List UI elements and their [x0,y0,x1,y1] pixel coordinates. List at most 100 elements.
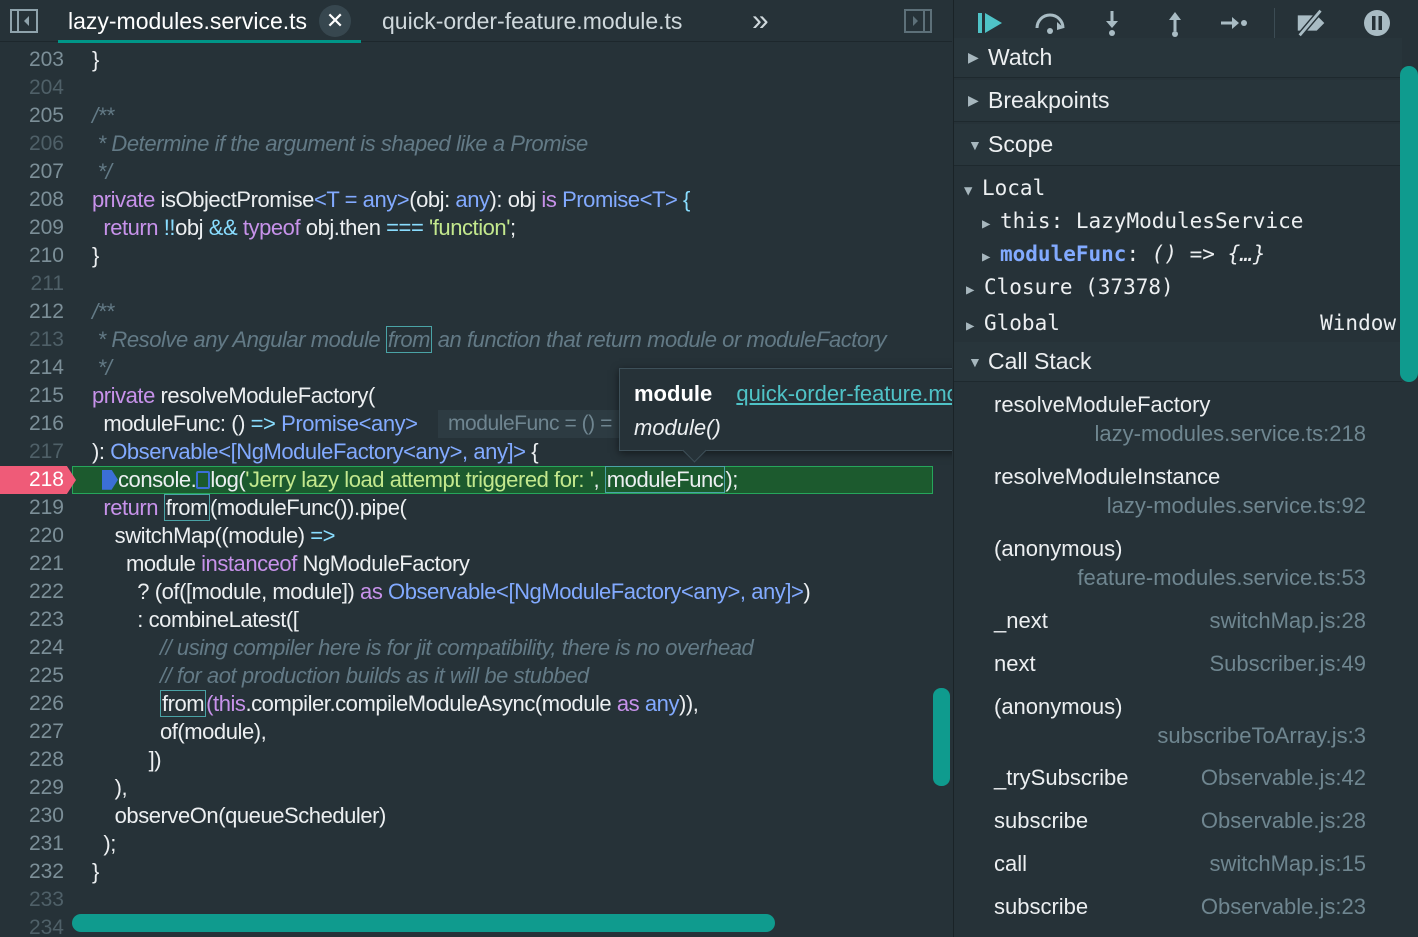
code-text[interactable]: */ [92,354,112,382]
line-number[interactable]: 226 [0,690,64,718]
line-number[interactable]: 210 [0,242,64,270]
line-number[interactable]: 204 [0,74,64,102]
line-number[interactable]: 220 [0,522,64,550]
line-number[interactable]: 223 [0,606,64,634]
line-number[interactable]: 221 [0,550,64,578]
step-into-icon[interactable] [1094,6,1130,40]
code-text[interactable]: ); [92,830,116,858]
code-text[interactable]: console. log('Jerry lazy load attempt tri… [102,466,738,494]
code-text[interactable]: } [92,46,99,74]
line-number[interactable]: 208 [0,186,64,214]
scope-global[interactable]: ▶ Global Window [954,307,1402,339]
call-frame[interactable]: call switchMap.js:15 [994,851,1366,881]
tab-quick-order-feature-module[interactable]: quick-order-feature.module.ts [372,0,692,42]
line-number[interactable]: 211 [0,270,64,298]
deactivate-breakpoints-icon[interactable] [1294,6,1330,40]
code-text[interactable]: moduleFunc: () => Promise<any> [92,410,418,438]
line-number[interactable]: 214 [0,354,64,382]
line-number[interactable]: 225 [0,662,64,690]
line-number[interactable]: 207 [0,158,64,186]
code-text[interactable]: } [92,858,99,886]
code-token: NgModuleFactory [302,551,470,576]
inline-breakpoint-icon[interactable] [196,470,211,489]
code-text[interactable]: : combineLatest([ [92,606,299,634]
call-stack-section-header[interactable]: ▼ Call Stack [954,342,1402,382]
watch-section-header[interactable]: ▶ Watch [954,38,1402,78]
line-number[interactable]: 222 [0,578,64,606]
tab-lazy-modules-service[interactable]: lazy-modules.service.ts ✕ [58,0,362,43]
code-text[interactable]: * Determine if the argument is shaped li… [92,130,589,158]
code-text[interactable]: /** [92,102,114,130]
call-frame[interactable]: _next switchMap.js:28 [994,608,1366,638]
code-text[interactable]: return !!obj && typeof obj.then === 'fun… [92,214,516,242]
code-text[interactable]: switchMap((module) => [92,522,336,550]
code-text[interactable]: of(module), [92,718,267,746]
popover-location-link[interactable]: quick-order-feature.module.ts:18 [736,381,952,406]
breakpoint-line-number[interactable]: 218 [0,466,76,494]
code-line: 224 // using compiler here is for jit co… [0,634,952,662]
breakpoints-section-header[interactable]: ▶ Breakpoints [954,80,1402,122]
line-number[interactable]: 219 [0,494,64,522]
code-text[interactable]: ), [92,774,128,802]
step-icon[interactable] [1216,6,1252,40]
scope-closure[interactable]: ▶ Closure (37378) [954,271,1402,303]
code-text[interactable]: ]) [92,746,162,774]
line-number[interactable]: 229 [0,774,64,802]
call-frame[interactable]: _trySubscribe Observable.js:42 [994,765,1366,795]
line-number[interactable]: 234 [0,914,64,937]
code-text[interactable]: * Resolve any Angular module from an fun… [92,326,887,354]
call-frame[interactable]: subscribe Observable.js:28 [994,808,1366,838]
call-frame[interactable]: resolveModuleFactory lazy-modules.service… [994,392,1366,458]
call-frame[interactable]: (anonymous) feature-modules.service.ts:53 [994,536,1366,602]
toggle-debugger-icon[interactable] [902,8,934,34]
call-frame[interactable]: (anonymous) subscribeToArray.js:3 [994,694,1366,760]
line-number[interactable]: 212 [0,298,64,326]
call-frame[interactable]: next Subscriber.js:49 [994,651,1366,681]
pause-on-exceptions-icon[interactable] [1359,6,1395,40]
code-text[interactable]: private resolveModuleFactory( [92,382,375,410]
line-number[interactable]: 215 [0,382,64,410]
code-text[interactable]: private isObjectPromise<T = any>(obj: an… [92,186,690,214]
debugger-scrollbar[interactable] [1400,66,1418,382]
code-text[interactable]: /** [92,298,114,326]
line-number[interactable]: 205 [0,102,64,130]
scope-var-this[interactable]: ▶ this: LazyModulesService [954,205,1402,237]
toggle-navigator-icon[interactable] [8,8,40,34]
code-text[interactable]: // using compiler here is for jit compat… [92,634,754,662]
step-out-icon[interactable] [1157,6,1193,40]
code-text[interactable]: ? (of([module, module]) as Observable<[N… [92,578,810,606]
line-number[interactable]: 224 [0,634,64,662]
line-number[interactable]: 228 [0,746,64,774]
code-text[interactable]: observeOn(queueScheduler) [92,802,387,830]
editor-vertical-scrollbar[interactable] [933,688,950,786]
line-number[interactable]: 216 [0,410,64,438]
line-number[interactable]: 206 [0,130,64,158]
step-over-icon[interactable] [1032,6,1068,40]
code-text[interactable]: from(this.compiler.compileModuleAsync(mo… [92,690,699,718]
line-number[interactable]: 232 [0,858,64,886]
line-number[interactable]: 209 [0,214,64,242]
code-text[interactable]: ): Observable<[NgModuleFactory<any>, any… [92,438,539,466]
line-number[interactable]: 231 [0,830,64,858]
line-number[interactable]: 203 [0,46,64,74]
editor-horizontal-scrollbar[interactable] [72,914,775,932]
line-number[interactable]: 233 [0,886,64,914]
scope-var-modulefunc[interactable]: ▶ moduleFunc: () => {…} [954,238,1402,270]
resume-icon[interactable] [972,6,1008,40]
line-number[interactable]: 230 [0,802,64,830]
scope-local[interactable]: ▼ Local [954,172,1402,204]
code-text[interactable]: } [92,242,99,270]
code-text[interactable]: return from(moduleFunc()).pipe( [92,494,407,522]
line-number[interactable]: 217 [0,438,64,466]
close-tab-icon[interactable]: ✕ [319,5,352,37]
code-text[interactable]: module instanceof NgModuleFactory [92,550,470,578]
call-frame[interactable]: resolveModuleInstance lazy-modules.servic… [994,464,1366,530]
code-text[interactable]: // for aot production builds as it will … [92,662,589,690]
scope-section-header[interactable]: ▼ Scope [954,124,1402,166]
line-number[interactable]: 227 [0,718,64,746]
code-text[interactable]: */ [92,158,112,186]
inline-breakpoint-icon[interactable] [102,469,118,490]
line-number[interactable]: 213 [0,326,64,354]
call-frame[interactable]: subscribe Observable.js:23 [994,894,1366,924]
more-tabs-icon[interactable]: » [752,4,769,38]
